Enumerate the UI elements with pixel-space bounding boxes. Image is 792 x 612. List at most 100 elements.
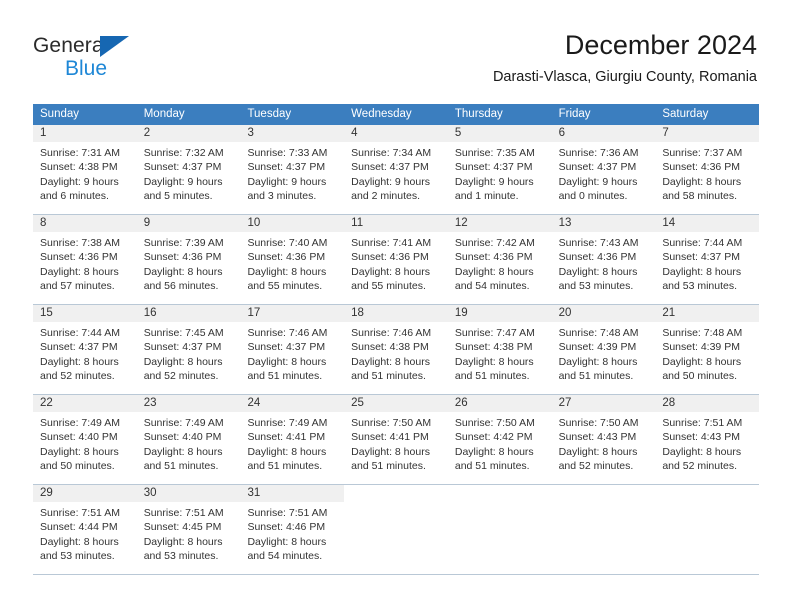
daylight-duration-line2: and 51 minutes.: [143, 460, 219, 473]
calendar-week-row: 15 Sunrise: 7:44 AM Sunset: 4:37 PM Dayligh…: [33, 305, 760, 395]
daylight-duration-line2: and 57 minutes.: [40, 280, 115, 293]
daylight-duration-line1: Daylight: 8 hours: [40, 445, 119, 458]
calendar-day-cell[interactable]: 27 Sunrise: 7:50 AM Sunset: 4:43 PM Dayligh…: [551, 395, 656, 484]
weekday-thursday: Thursday: [454, 108, 503, 120]
calendar-day-cell[interactable]: 22 Sunrise: 7:49 AM Sunset: 4:40 PM Dayligh…: [33, 395, 137, 484]
sunset-time: Sunset: 4:38 PM: [40, 161, 118, 174]
calendar-day-cell[interactable]: 13 Sunrise: 7:43 AM Sunset: 4:36 PM Dayligh…: [551, 215, 656, 304]
calendar-day-cell[interactable]: 4 Sunrise: 7:34 AM Sunset: 4:37 PM Daylight…: [344, 125, 448, 214]
page-title: December 2024: [564, 30, 757, 60]
daylight-duration-line2: and 58 minutes.: [662, 190, 738, 203]
calendar-day-cell[interactable]: 31 Sunrise: 7:51 AM Sunset: 4:46 PM Dayligh…: [240, 485, 345, 574]
sunrise-time: Sunrise: 7:49 AM: [40, 417, 120, 429]
day-number: [551, 485, 656, 502]
calendar-day-cell[interactable]: 14 Sunrise: 7:44 AM Sunset: 4:37 PM Dayligh…: [655, 215, 760, 304]
sunrise-time: Sunrise: 7:51 AM: [247, 507, 328, 519]
calendar-day-cell[interactable]: 15 Sunrise: 7:44 AM Sunset: 4:37 PM Dayligh…: [33, 305, 137, 394]
sunset-time: Sunset: 4:40 PM: [143, 431, 222, 444]
calendar-day-cell[interactable]: 3 Sunrise: 7:33 AM Sunset: 4:37 PM Daylight…: [240, 125, 345, 214]
calendar-day-cell[interactable]: 28 Sunrise: 7:51 AM Sunset: 4:43 PM Dayligh…: [655, 395, 760, 484]
daylight-duration-line2: and 51 minutes.: [454, 370, 530, 383]
calendar-day-cell[interactable]: 17 Sunrise: 7:46 AM Sunset: 4:37 PM Dayligh…: [240, 305, 345, 394]
daylight-duration-line1: Daylight: 8 hours: [247, 265, 327, 278]
daylight-duration-line1: Daylight: 9 hours: [558, 175, 638, 188]
calendar-day-cell[interactable]: 11 Sunrise: 7:41 AM Sunset: 4:36 PM Dayligh…: [344, 215, 448, 304]
calendar-day-cell[interactable]: 8 Sunrise: 7:38 AM Sunset: 4:36 PM Daylight…: [33, 215, 137, 304]
daylight-duration-line1: Daylight: 8 hours: [558, 355, 638, 368]
daylight-duration-line2: and 55 minutes.: [247, 280, 323, 293]
day-details: Sunrise: 7:50 AM Sunset: 4:42 PM Daylight:…: [448, 412, 552, 474]
daylight-duration-line1: Daylight: 8 hours: [247, 535, 327, 548]
sunrise-time: Sunrise: 7:48 AM: [662, 327, 743, 339]
day-details: Sunrise: 7:46 AM Sunset: 4:37 PM Daylight:…: [240, 322, 344, 384]
daylight-duration-line2: and 51 minutes.: [247, 460, 323, 473]
calendar-day-cell[interactable]: 5 Sunrise: 7:35 AM Sunset: 4:37 PM Daylight…: [447, 125, 552, 214]
day-number: 3: [240, 125, 345, 142]
sunrise-time: Sunrise: 7:50 AM: [454, 417, 535, 429]
day-details: Sunrise: 7:49 AM Sunset: 4:40 PM Daylight:…: [137, 412, 241, 474]
calendar-day-cell[interactable]: 6 Sunrise: 7:36 AM Sunset: 4:37 PM Daylight…: [551, 125, 656, 214]
daylight-duration-line1: Daylight: 8 hours: [40, 265, 119, 278]
day-number: 24: [240, 395, 345, 412]
day-details: Sunrise: 7:43 AM Sunset: 4:36 PM Daylight:…: [552, 232, 656, 294]
sunset-time: Sunset: 4:40 PM: [40, 431, 118, 444]
calendar-week-row: 29 Sunrise: 7:51 AM Sunset: 4:44 PM Dayligh…: [33, 485, 760, 575]
calendar-day-cell[interactable]: 21 Sunrise: 7:48 AM Sunset: 4:39 PM Dayligh…: [655, 305, 760, 394]
daylight-duration-line2: and 1 minute.: [454, 190, 519, 203]
sunrise-time: Sunrise: 7:51 AM: [143, 507, 224, 519]
daylight-duration-line2: and 3 minutes.: [247, 190, 317, 203]
day-details: Sunrise: 7:42 AM Sunset: 4:36 PM Daylight:…: [448, 232, 552, 294]
sunrise-time: Sunrise: 7:33 AM: [247, 147, 328, 159]
day-number: 13: [551, 215, 656, 232]
calendar-day-cell[interactable]: 1 Sunrise: 7:31 AM Sunset: 4:38 PM Daylight…: [33, 125, 137, 214]
calendar-day-cell[interactable]: 23 Sunrise: 7:49 AM Sunset: 4:40 PM Dayligh…: [136, 395, 241, 484]
calendar-day-cell[interactable]: 12 Sunrise: 7:42 AM Sunset: 4:36 PM Dayligh…: [447, 215, 552, 304]
calendar-day-cell[interactable]: 20 Sunrise: 7:48 AM Sunset: 4:39 PM Dayligh…: [551, 305, 656, 394]
sunrise-time: Sunrise: 7:35 AM: [454, 147, 535, 159]
daylight-duration-line2: and 53 minutes.: [558, 280, 634, 293]
day-number: 22: [33, 395, 137, 412]
calendar-day-cell[interactable]: 7 Sunrise: 7:37 AM Sunset: 4:36 PM Daylight…: [655, 125, 760, 214]
calendar-day-cell[interactable]: 18 Sunrise: 7:46 AM Sunset: 4:38 PM Dayligh…: [344, 305, 448, 394]
daylight-duration-line1: Daylight: 8 hours: [558, 445, 638, 458]
weekday-header-row: Sunday Monday Tuesday Wednesday Thursday…: [33, 104, 759, 125]
sunrise-time: Sunrise: 7:32 AM: [143, 147, 224, 159]
sunset-time: Sunset: 4:37 PM: [143, 341, 222, 354]
sunrise-time: Sunrise: 7:45 AM: [143, 327, 224, 339]
calendar-day-cell[interactable]: 16 Sunrise: 7:45 AM Sunset: 4:37 PM Dayligh…: [136, 305, 241, 394]
day-details: Sunrise: 7:33 AM Sunset: 4:37 PM Daylight:…: [240, 142, 344, 204]
general-blue-logo[interactable]: General Blue: [33, 33, 233, 83]
daylight-duration-line2: and 55 minutes.: [351, 280, 426, 293]
day-details: Sunrise: 7:50 AM Sunset: 4:43 PM Daylight:…: [552, 412, 656, 474]
calendar-day-cell[interactable]: 9 Sunrise: 7:39 AM Sunset: 4:36 PM Daylight…: [136, 215, 241, 304]
calendar-day-cell[interactable]: 25 Sunrise: 7:50 AM Sunset: 4:41 PM Dayligh…: [344, 395, 448, 484]
sunrise-time: Sunrise: 7:50 AM: [558, 417, 639, 429]
daylight-duration-line2: and 52 minutes.: [143, 370, 219, 383]
daylight-duration-line2: and 53 minutes.: [662, 280, 738, 293]
daylight-duration-line1: Daylight: 9 hours: [351, 175, 430, 188]
day-number: 15: [33, 305, 137, 322]
daylight-duration-line2: and 50 minutes.: [662, 370, 738, 383]
daylight-duration-line1: Daylight: 8 hours: [558, 265, 638, 278]
sunrise-time: Sunrise: 7:47 AM: [454, 327, 535, 339]
calendar-day-cell[interactable]: 24 Sunrise: 7:49 AM Sunset: 4:41 PM Dayligh…: [240, 395, 345, 484]
weekday-friday: Friday: [558, 108, 591, 120]
daylight-duration-line2: and 5 minutes.: [143, 190, 213, 203]
day-number: 17: [240, 305, 345, 322]
daylight-duration-line1: Daylight: 8 hours: [143, 535, 223, 548]
daylight-duration-line2: and 51 minutes.: [351, 460, 426, 473]
calendar-day-cell-empty: [551, 485, 656, 574]
calendar-week-row: 8 Sunrise: 7:38 AM Sunset: 4:36 PM Daylight…: [33, 215, 760, 305]
calendar-day-cell[interactable]: 10 Sunrise: 7:40 AM Sunset: 4:36 PM Dayligh…: [240, 215, 345, 304]
daylight-duration-line1: Daylight: 9 hours: [40, 175, 119, 188]
sunset-time: Sunset: 4:43 PM: [662, 431, 740, 444]
calendar-day-cell[interactable]: 29 Sunrise: 7:51 AM Sunset: 4:44 PM Dayligh…: [33, 485, 137, 574]
day-number: 25: [344, 395, 448, 412]
daylight-duration-line2: and 51 minutes.: [454, 460, 530, 473]
calendar-day-cell[interactable]: 26 Sunrise: 7:50 AM Sunset: 4:42 PM Dayligh…: [447, 395, 552, 484]
day-number: [447, 485, 552, 502]
calendar-day-cell[interactable]: 2 Sunrise: 7:32 AM Sunset: 4:37 PM Daylight…: [136, 125, 241, 214]
calendar-day-cell[interactable]: 30 Sunrise: 7:51 AM Sunset: 4:45 PM Dayligh…: [136, 485, 241, 574]
calendar-day-cell[interactable]: 19 Sunrise: 7:47 AM Sunset: 4:38 PM Dayligh…: [447, 305, 552, 394]
day-number: 21: [655, 305, 760, 322]
